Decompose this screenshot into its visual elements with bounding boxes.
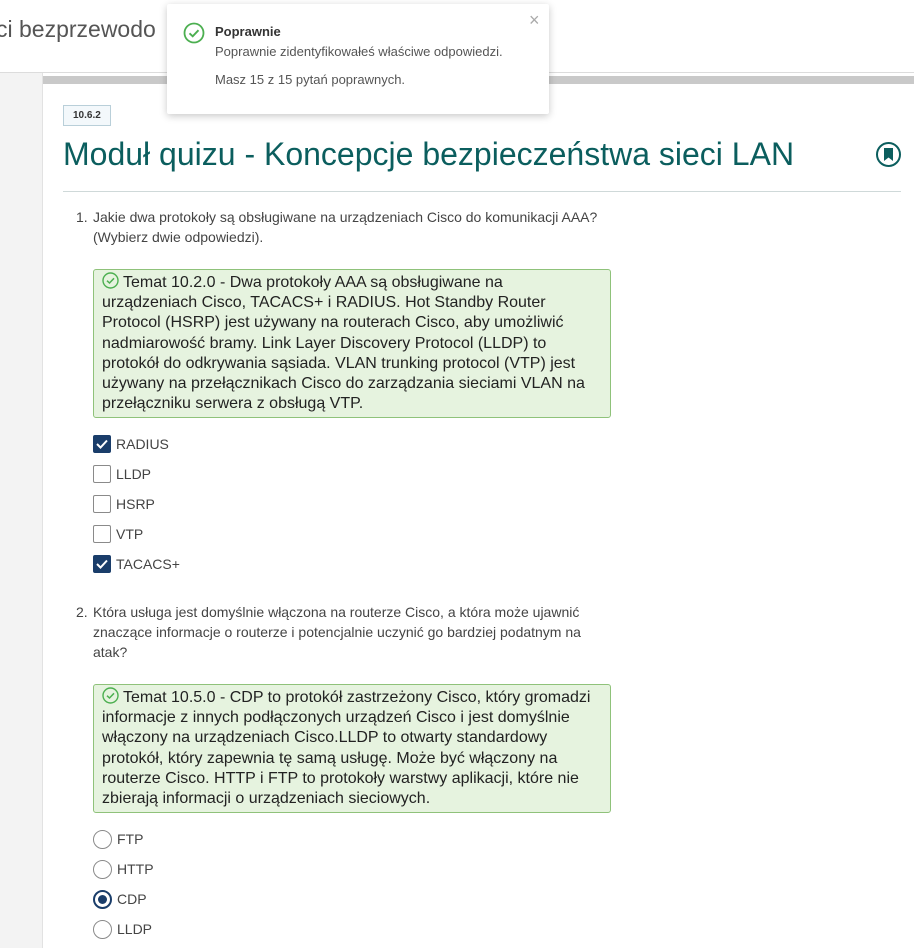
option-http[interactable]: HTTP (93, 858, 154, 880)
checkbox[interactable] (93, 495, 111, 513)
option-hsrp[interactable]: HSRP (93, 493, 155, 515)
radio-dot (98, 894, 107, 904)
checkbox-checked[interactable] (93, 555, 111, 573)
radio-button-selected[interactable] (93, 889, 112, 909)
option-label: VTP (116, 526, 144, 542)
feedback-text: Temat 10.2.0 - Dwa protokoły AAA są obsł… (102, 274, 585, 413)
option-label: TACACS+ (116, 556, 180, 572)
bookmark-icon (884, 148, 893, 161)
close-icon[interactable]: × (529, 10, 540, 30)
bookmark-button[interactable] (876, 142, 901, 167)
check-circle-icon (102, 272, 119, 289)
toast-title: Poprawnie (215, 24, 281, 39)
check-circle-icon (183, 22, 205, 44)
question-number: 2. (76, 604, 88, 620)
left-gutter (0, 73, 43, 948)
feedback-box: Temat 10.2.0 - Dwa protokoły AAA są obsł… (93, 269, 611, 419)
checkbox-checked[interactable] (93, 435, 111, 453)
page-title: Moduł quizu - Koncepcje bezpieczeństwa s… (63, 136, 795, 172)
option-label: FTP (117, 831, 144, 847)
toast-message: Poprawnie zidentyfikowałeś właściwe odpo… (215, 44, 503, 59)
option-label: HTTP (117, 861, 154, 877)
option-ftp[interactable]: FTP (93, 828, 143, 850)
option-lldp-2[interactable]: LLDP (93, 918, 152, 940)
checkmark-icon (96, 439, 108, 449)
title-divider (63, 191, 901, 192)
question-1: 1. Jakie dwa protokoły są obsługiwane na… (76, 207, 616, 247)
question-number: 1. (76, 209, 88, 225)
option-label: CDP (117, 891, 147, 907)
question-text: Która usługa jest domyślnie włączona na … (93, 604, 581, 660)
option-vtp[interactable]: VTP (93, 523, 143, 545)
checkmark-icon (96, 559, 108, 569)
feedback-text: Temat 10.5.0 - CDP to protokół zastrzeżo… (102, 689, 591, 808)
option-label: HSRP (116, 496, 155, 512)
module-badge: 10.6.2 (63, 105, 111, 126)
question-2: 2. Która usługa jest domyślnie włączona … (76, 602, 616, 662)
option-lldp[interactable]: LLDP (93, 463, 151, 485)
question-text: Jakie dwa protokoły są obsługiwane na ur… (93, 209, 598, 245)
radio-button[interactable] (93, 919, 112, 939)
option-label: LLDP (117, 921, 153, 937)
check-circle-icon (102, 687, 119, 704)
radio-button[interactable] (93, 859, 112, 879)
checkbox[interactable] (93, 465, 111, 483)
checkbox[interactable] (93, 525, 111, 543)
radio-button[interactable] (93, 829, 112, 849)
option-tacacs[interactable]: TACACS+ (93, 553, 180, 575)
success-toast: Poprawnie Poprawnie zidentyfikowałeś wła… (167, 4, 549, 114)
option-label: LLDP (116, 466, 152, 482)
feedback-box: Temat 10.5.0 - CDP to protokół zastrzeżo… (93, 684, 611, 814)
option-label: RADIUS (116, 436, 169, 452)
option-cdp[interactable]: CDP (93, 888, 147, 910)
course-title: ci bezprzewodo (0, 16, 156, 42)
toast-score: Masz 15 z 15 pytań poprawnych. (215, 72, 406, 87)
option-radius[interactable]: RADIUS (93, 433, 169, 455)
